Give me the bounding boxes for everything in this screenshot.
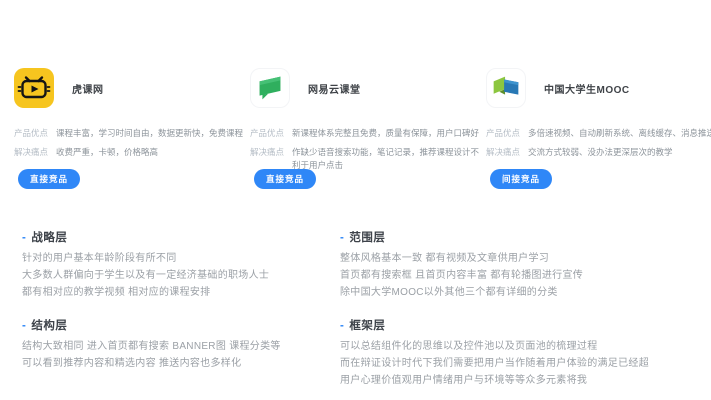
product-header: 网易云课堂 — [250, 68, 486, 108]
section-line: 用户心理价值观用户情绪用户与环境等等众多元素将我 — [340, 372, 694, 389]
section-title: 范围层 — [349, 232, 385, 244]
product-pains-row: 解决痛点 交流方式较弱、没办法更深层次的教学 — [486, 146, 711, 160]
china-university-mooc-logo-icon — [486, 68, 526, 108]
analysis-section-strategy: -战略层 针对的用户基本年龄阶段有所不同 大多数人群偏向于学生以及有一定经济基础… — [22, 229, 340, 301]
competitor-type-badge[interactable]: 直接竞品 — [254, 169, 316, 189]
section-title-row: -战略层 — [22, 229, 340, 245]
section-title: 框架层 — [349, 320, 385, 332]
analysis-section-structure: -结构层 结构大致相同 进入首页都有搜索 BANNER图 课程分类等 可以看到推… — [22, 317, 340, 372]
competitor-type-badge[interactable]: 间接竞品 — [490, 169, 552, 189]
product-card-hukewang: 虎课网 产品优点 课程丰富，学习时间自由，数据更新快，免费课程 解决痛点 收费严… — [14, 68, 250, 159]
product-name: 虎课网 — [72, 81, 104, 96]
analysis-section-scope: -范围层 整体风格基本一致 都有视频及文章供用户学习 首页都有搜索框 且首页内容… — [340, 229, 694, 301]
pains-label: 解决痛点 — [486, 146, 520, 160]
analysis-section-framework: -框架层 可以总结组件化的思维以及控件池以及页面池的梳理过程 而在辩证设计时代下… — [340, 317, 694, 389]
competitive-analysis-page: 虎课网 产品优点 课程丰富，学习时间自由，数据更新快，免费课程 解决痛点 收费严… — [0, 0, 711, 400]
product-card-netease: 网易云课堂 产品优点 新课程体系完整且免费，质量有保障，用户口碑好 解决痛点 作… — [250, 68, 486, 173]
section-line: 针对的用户基本年龄阶段有所不同 — [22, 250, 340, 267]
netease-cloud-classroom-logo-icon — [250, 68, 290, 108]
dash-bullet-icon: - — [340, 320, 344, 332]
competitor-type-badge[interactable]: 直接竞品 — [18, 169, 80, 189]
dash-bullet-icon: - — [340, 232, 344, 244]
product-header: 虎课网 — [14, 68, 250, 108]
section-line: 除中国大学MOOC以外其他三个都有详细的分类 — [340, 284, 694, 301]
product-pros-row: 产品优点 新课程体系完整且免费，质量有保障，用户口碑好 — [250, 127, 486, 141]
dash-bullet-icon: - — [22, 232, 26, 244]
analysis-grid: -战略层 针对的用户基本年龄阶段有所不同 大多数人群偏向于学生以及有一定经济基础… — [22, 229, 694, 389]
section-title: 战略层 — [31, 232, 67, 244]
pains-text: 收费严重，卡顿，价格略高 — [56, 146, 250, 160]
section-line: 整体风格基本一致 都有视频及文章供用户学习 — [340, 250, 694, 267]
product-pros-row: 产品优点 多倍速视频、自动刷新系统、离线缓存、消息推送 — [486, 127, 711, 141]
pros-text: 多倍速视频、自动刷新系统、离线缓存、消息推送 — [528, 127, 711, 141]
section-line: 首页都有搜索框 且首页内容丰富 都有轮播图进行宣传 — [340, 267, 694, 284]
dash-bullet-icon: - — [22, 320, 26, 332]
section-line: 都有相对应的教学视频 相对应的课程安排 — [22, 284, 340, 301]
section-line: 可以总结组件化的思维以及控件池以及页面池的梳理过程 — [340, 338, 694, 355]
product-name: 中国大学生MOOC — [544, 81, 630, 96]
pros-label: 产品优点 — [486, 127, 520, 141]
product-header: 中国大学生MOOC — [486, 68, 711, 108]
pains-text: 作缺少语音搜索功能，笔记记录，推荐课程设计不利于用户点击 — [292, 146, 486, 173]
pros-label: 产品优点 — [14, 127, 48, 141]
section-title: 结构层 — [31, 320, 67, 332]
section-line: 结构大致相同 进入首页都有搜索 BANNER图 课程分类等 — [22, 338, 340, 355]
pros-label: 产品优点 — [250, 127, 284, 141]
product-pains-row: 解决痛点 收费严重，卡顿，价格略高 — [14, 146, 250, 160]
pains-text: 交流方式较弱、没办法更深层次的教学 — [528, 146, 711, 160]
product-card-mooc: 中国大学生MOOC 产品优点 多倍速视频、自动刷新系统、离线缓存、消息推送 解决… — [486, 68, 711, 159]
section-title-row: -结构层 — [22, 317, 340, 333]
product-pros-row: 产品优点 课程丰富，学习时间自由，数据更新快，免费课程 — [14, 127, 250, 141]
section-line: 可以看到推荐内容和精选内容 推送内容也多样化 — [22, 355, 340, 372]
section-title-row: -范围层 — [340, 229, 694, 245]
section-line: 大多数人群偏向于学生以及有一定经济基础的职场人士 — [22, 267, 340, 284]
product-name: 网易云课堂 — [308, 81, 361, 96]
section-title-row: -框架层 — [340, 317, 694, 333]
pros-text: 新课程体系完整且免费，质量有保障，用户口碑好 — [292, 127, 486, 141]
section-line: 而在辩证设计时代下我们需要把用户当作随着用户体验的满足已经超 — [340, 355, 694, 372]
hukewang-logo-icon — [14, 68, 54, 108]
pros-text: 课程丰富，学习时间自由，数据更新快，免费课程 — [56, 127, 250, 141]
pains-label: 解决痛点 — [14, 146, 48, 160]
